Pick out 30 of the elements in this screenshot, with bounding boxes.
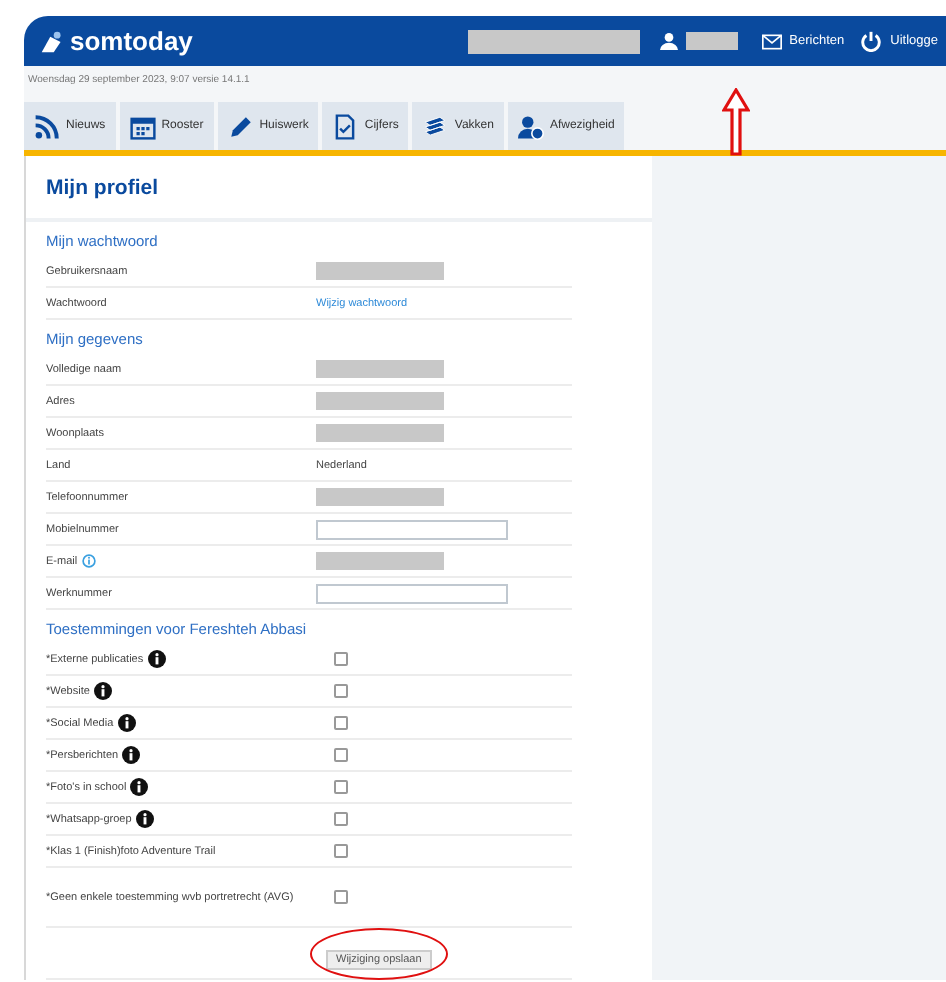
person-icon — [517, 113, 544, 139]
logo-icon — [40, 29, 64, 53]
checkbox[interactable] — [334, 780, 348, 794]
text-input[interactable] — [316, 519, 508, 539]
redacted-block — [316, 424, 444, 442]
calendar-icon — [129, 113, 156, 139]
redacted-block — [316, 552, 444, 570]
checkbox[interactable] — [334, 812, 348, 826]
redacted-block — [316, 488, 444, 506]
highlight-ellipse — [310, 928, 448, 980]
checkbox[interactable] — [334, 890, 348, 904]
checkbox[interactable] — [334, 684, 348, 698]
logo-text: somtoday — [70, 26, 193, 56]
user-icon — [659, 32, 678, 50]
power-icon — [860, 30, 883, 52]
redacted-block — [316, 392, 444, 410]
redacted-block — [316, 360, 444, 378]
page-title: Mijn profiel — [46, 175, 158, 199]
checkbox[interactable] — [334, 652, 348, 666]
rss-icon — [34, 113, 60, 139]
checkbox[interactable] — [334, 748, 348, 762]
text-input[interactable] — [316, 583, 508, 603]
redacted-block — [685, 32, 738, 50]
checkbox[interactable] — [334, 844, 348, 858]
checkbox[interactable] — [334, 716, 348, 730]
books-icon — [422, 113, 449, 139]
redacted-block — [316, 262, 444, 280]
pencil-icon — [227, 113, 254, 139]
document-check-icon — [332, 113, 359, 139]
mail-icon — [761, 33, 782, 49]
